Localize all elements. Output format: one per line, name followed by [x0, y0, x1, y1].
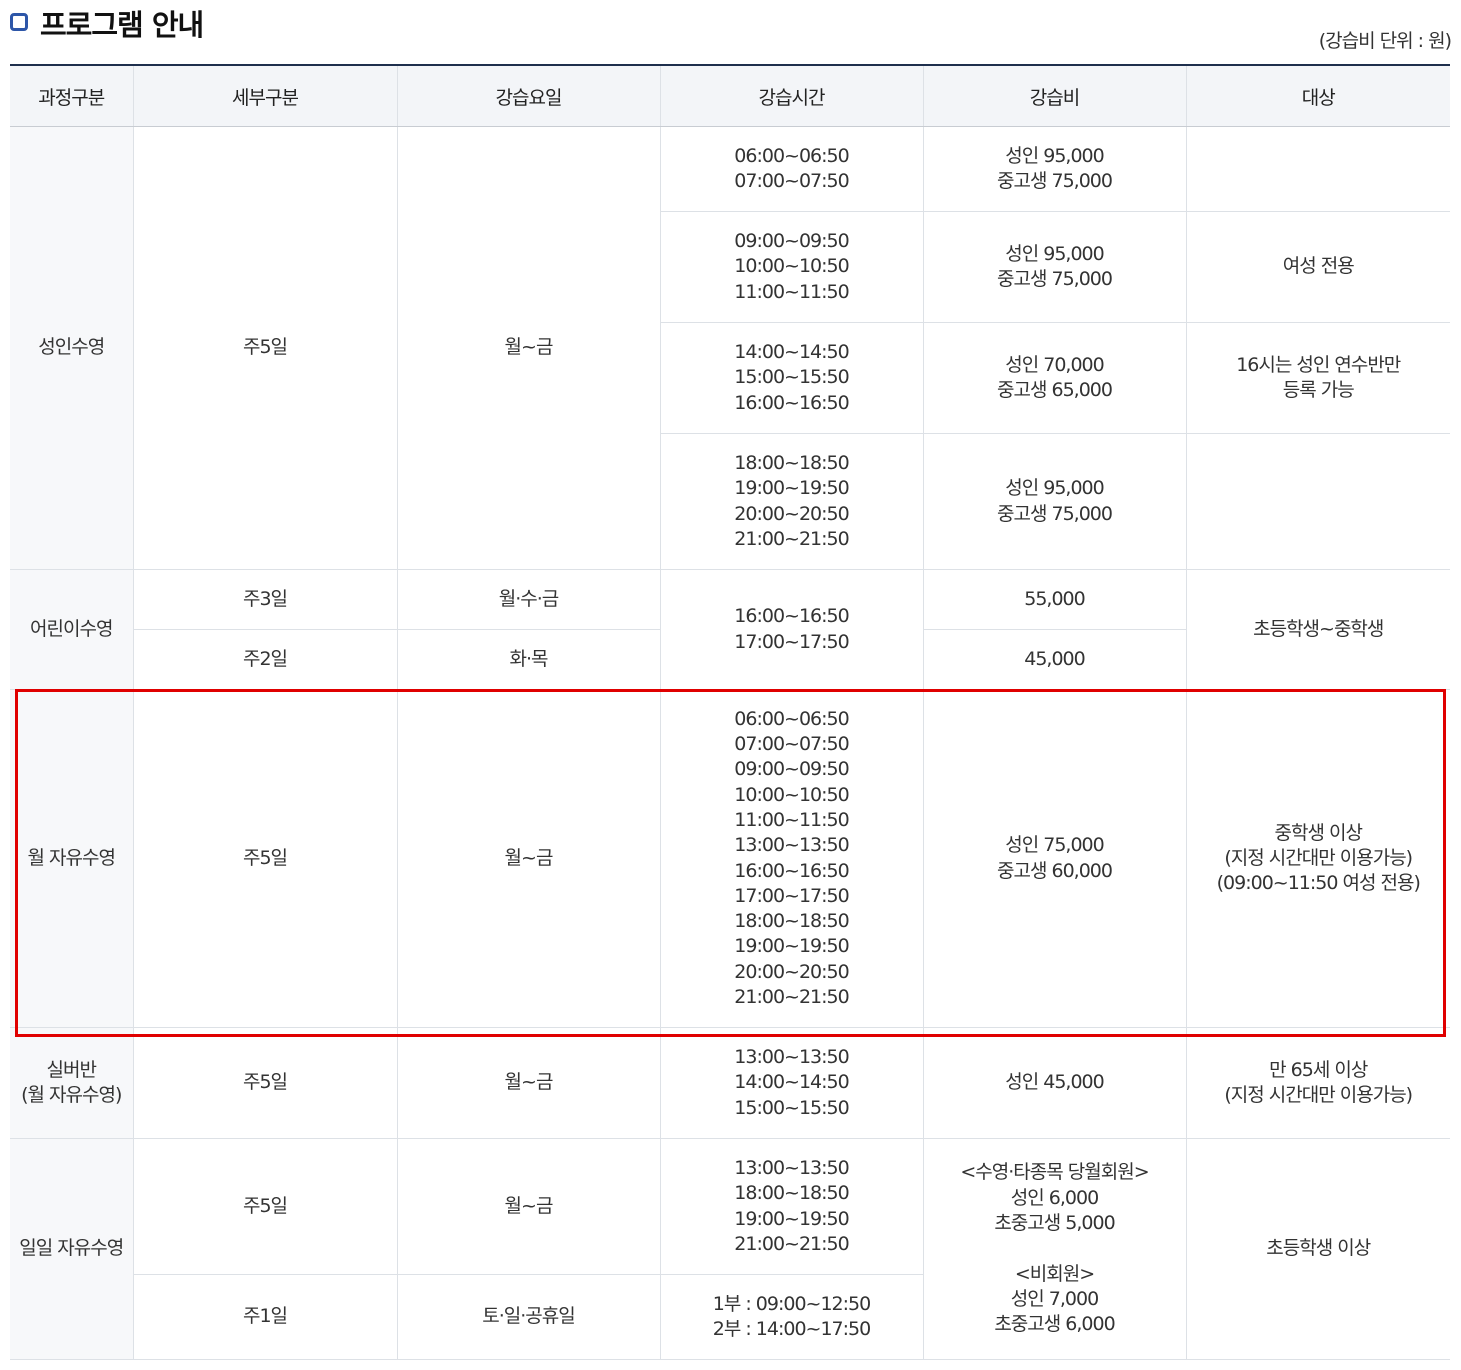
column-header-target: 대상 — [1185, 64, 1450, 127]
detail-cell: 주5일 — [132, 1138, 397, 1275]
column-header-days: 강습요일 — [396, 64, 660, 127]
table-row: 어린이수영 주3일 월·수·금 16:00~16:50 17:00~17:50 5… — [10, 569, 1450, 690]
target-cell: 초등학생~중학생 — [1185, 569, 1450, 690]
detail-cell: 주1일 — [132, 1274, 397, 1360]
detail-cell: 주5일 — [132, 689, 397, 1028]
target-cell: 16시는 성인 연수반만 등록 가능 — [1185, 322, 1450, 434]
table-row: 성인수영 주5일 월~금 06:00~06:50 07:00~07:50 성인 9… — [10, 126, 1450, 570]
fee-cell: 성인 95,000 중고생 75,000 — [922, 211, 1186, 323]
table-header-row: 과정구분 세부구분 강습요일 강습시간 강습비 대상 — [10, 64, 1450, 127]
days-cell: 월~금 — [396, 689, 660, 1028]
fee-unit-note: (강습비 단위 : 원) — [1318, 30, 1452, 52]
target-cell — [1185, 126, 1450, 212]
column-header-time: 강습시간 — [659, 64, 923, 127]
fee-cell: 성인 45,000 — [922, 1027, 1186, 1139]
program-table: 과정구분 세부구분 강습요일 강습시간 강습비 대상 성인수영 주5일 월~금 … — [10, 64, 1450, 1360]
fee-cell: 성인 75,000 중고생 60,000 — [922, 689, 1186, 1028]
course-cell: 일일 자유수영 — [10, 1138, 133, 1360]
table-row: 일일 자유수영 주5일 월~금 13:00~13:50 18:00~18:50 19… — [10, 1138, 1450, 1360]
days-cell: 월~금 — [396, 1027, 660, 1139]
days-cell: 월~금 — [396, 1138, 660, 1275]
course-cell: 실버반 (월 자유수영) — [10, 1027, 133, 1139]
page-title: 프로그램 안내 — [40, 8, 204, 42]
target-cell: 중학생 이상 (지정 시간대만 이용가능) (09:00~11:50 여성 전용) — [1185, 689, 1450, 1028]
detail-cell: 주5일 — [132, 1027, 397, 1139]
days-cell: 화·목 — [396, 629, 660, 690]
time-cell: 09:00~09:50 10:00~10:50 11:00~11:50 — [659, 211, 923, 323]
days-cell: 월~금 — [396, 126, 660, 570]
days-cell: 월·수·금 — [396, 569, 660, 630]
table-row: 실버반 (월 자유수영) 주5일 월~금 13:00~13:50 14:00~14:… — [10, 1027, 1450, 1139]
time-cell: 16:00~16:50 17:00~17:50 — [659, 569, 923, 690]
detail-cell: 주2일 — [132, 629, 397, 690]
target-cell: 여성 전용 — [1185, 211, 1450, 323]
target-cell — [1185, 433, 1450, 570]
time-cell: 06:00~06:50 07:00~07:50 09:00~09:50 10:00~1… — [659, 689, 923, 1028]
course-cell: 어린이수영 — [10, 569, 133, 690]
column-header-detail: 세부구분 — [132, 64, 397, 127]
fee-cell: 성인 70,000 중고생 65,000 — [922, 322, 1186, 434]
square-bullet-icon — [10, 13, 28, 31]
time-cell: 13:00~13:50 18:00~18:50 19:00~19:50 21:00~2… — [659, 1138, 923, 1275]
time-cell: 14:00~14:50 15:00~15:50 16:00~16:50 — [659, 322, 923, 434]
time-cell: 06:00~06:50 07:00~07:50 — [659, 126, 923, 212]
fee-cell: 성인 95,000 중고생 75,000 — [922, 433, 1186, 570]
page-header: 프로그램 안내 (강습비 단위 : 원) — [10, 0, 1452, 64]
target-cell: 초등학생 이상 — [1185, 1138, 1450, 1360]
fee-cell: 45,000 — [922, 629, 1186, 690]
time-cell: 1부 : 09:00~12:50 2부 : 14:00~17:50 — [659, 1274, 923, 1360]
column-header-fee: 강습비 — [922, 64, 1186, 127]
detail-cell: 주5일 — [132, 126, 397, 570]
target-cell: 만 65세 이상 (지정 시간대만 이용가능) — [1185, 1027, 1450, 1139]
course-cell: 월 자유수영 — [10, 689, 133, 1028]
table-row: 월 자유수영 주5일 월~금 06:00~06:50 07:00~07:50 09:… — [10, 689, 1450, 1028]
time-cell: 13:00~13:50 14:00~14:50 15:00~15:50 — [659, 1027, 923, 1139]
column-header-course: 과정구분 — [10, 64, 133, 127]
detail-cell: 주3일 — [132, 569, 397, 630]
time-cell: 18:00~18:50 19:00~19:50 20:00~20:50 21:00~2… — [659, 433, 923, 570]
fee-cell: <수영·타종목 당월회원> 성인 6,000 초중고생 5,000 <비회원> 성인 … — [922, 1138, 1186, 1360]
course-cell: 성인수영 — [10, 126, 133, 570]
days-cell: 토·일·공휴일 — [396, 1274, 660, 1360]
fee-cell: 55,000 — [922, 569, 1186, 630]
fee-cell: 성인 95,000 중고생 75,000 — [922, 126, 1186, 212]
